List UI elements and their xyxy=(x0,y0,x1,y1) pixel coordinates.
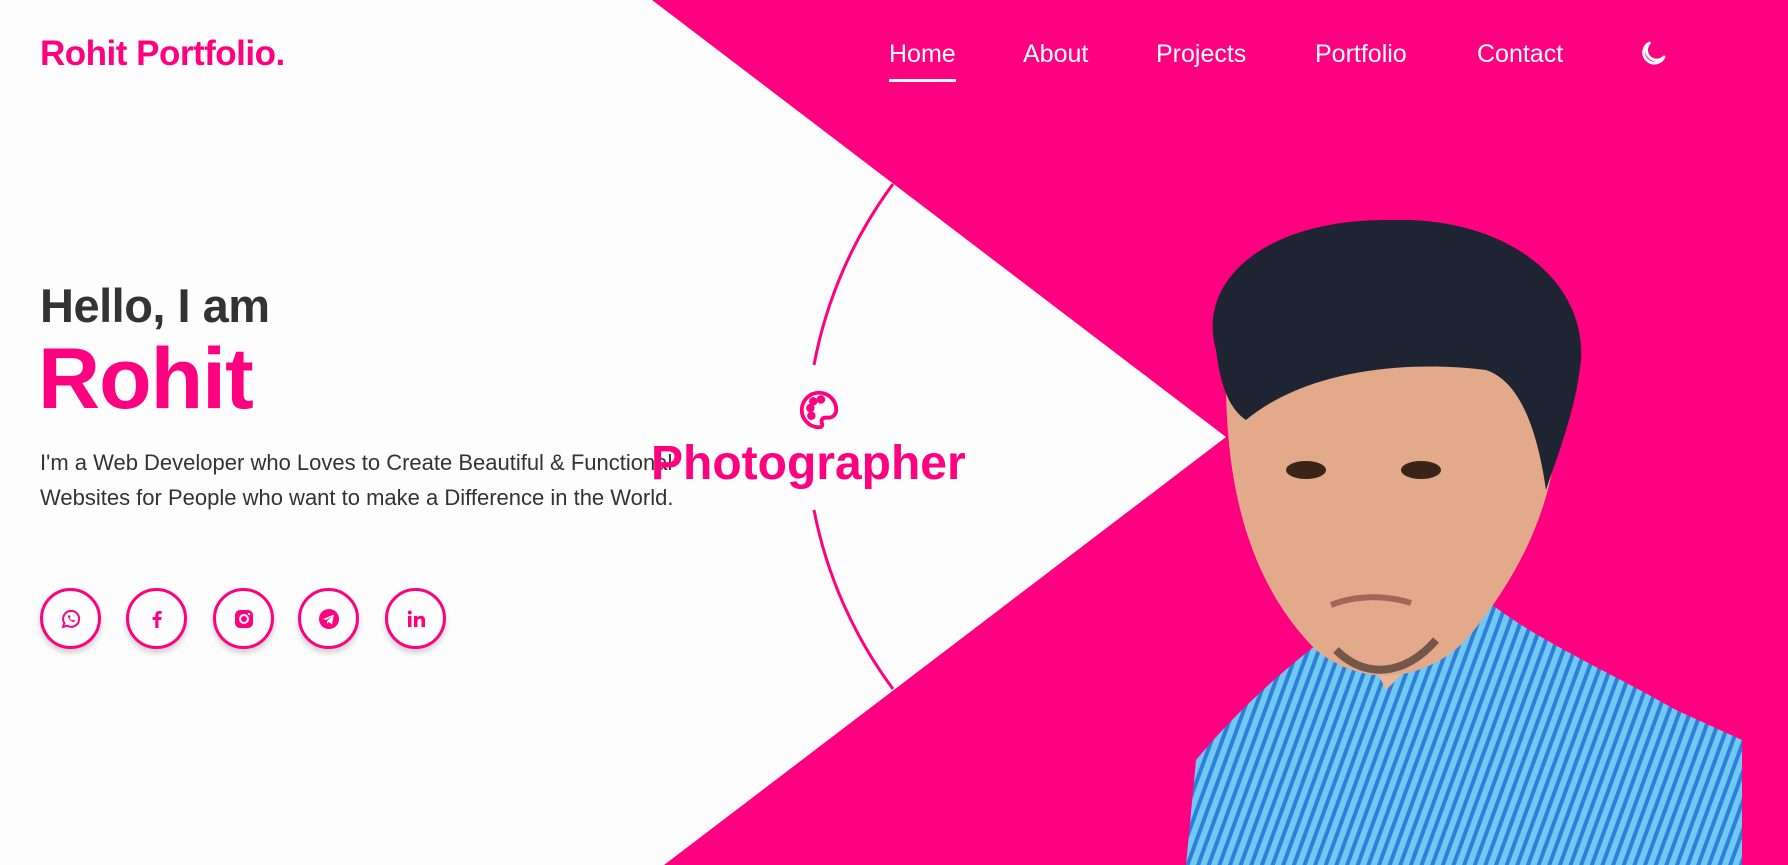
profile-photo xyxy=(1186,220,1742,865)
whatsapp-icon xyxy=(60,609,80,629)
instagram-icon xyxy=(234,609,253,628)
nav-portfolio[interactable]: Portfolio xyxy=(1315,40,1407,69)
nav-projects[interactable]: Projects xyxy=(1156,40,1246,69)
nav-about[interactable]: About xyxy=(1023,40,1088,69)
linkedin-icon xyxy=(407,610,425,627)
logo[interactable]: Rohit Portfolio. xyxy=(40,34,285,74)
palette-icon xyxy=(799,390,839,430)
hero-name: Rohit xyxy=(38,331,254,427)
whatsapp-button[interactable] xyxy=(40,588,101,649)
moon-icon[interactable] xyxy=(1636,38,1668,72)
nav-home[interactable]: Home xyxy=(889,40,956,82)
linkedin-button[interactable] xyxy=(385,588,446,649)
facebook-button[interactable] xyxy=(126,588,187,649)
hero-role: Photographer xyxy=(651,437,966,490)
hero-greeting: Hello, I am xyxy=(40,279,270,332)
telegram-icon xyxy=(318,608,339,629)
nav-contact[interactable]: Contact xyxy=(1477,40,1563,69)
instagram-button[interactable] xyxy=(213,588,274,649)
facebook-icon xyxy=(152,610,162,628)
hero-description: I'm a Web Developer who Loves to Create … xyxy=(40,450,674,510)
telegram-button[interactable] xyxy=(298,588,359,649)
